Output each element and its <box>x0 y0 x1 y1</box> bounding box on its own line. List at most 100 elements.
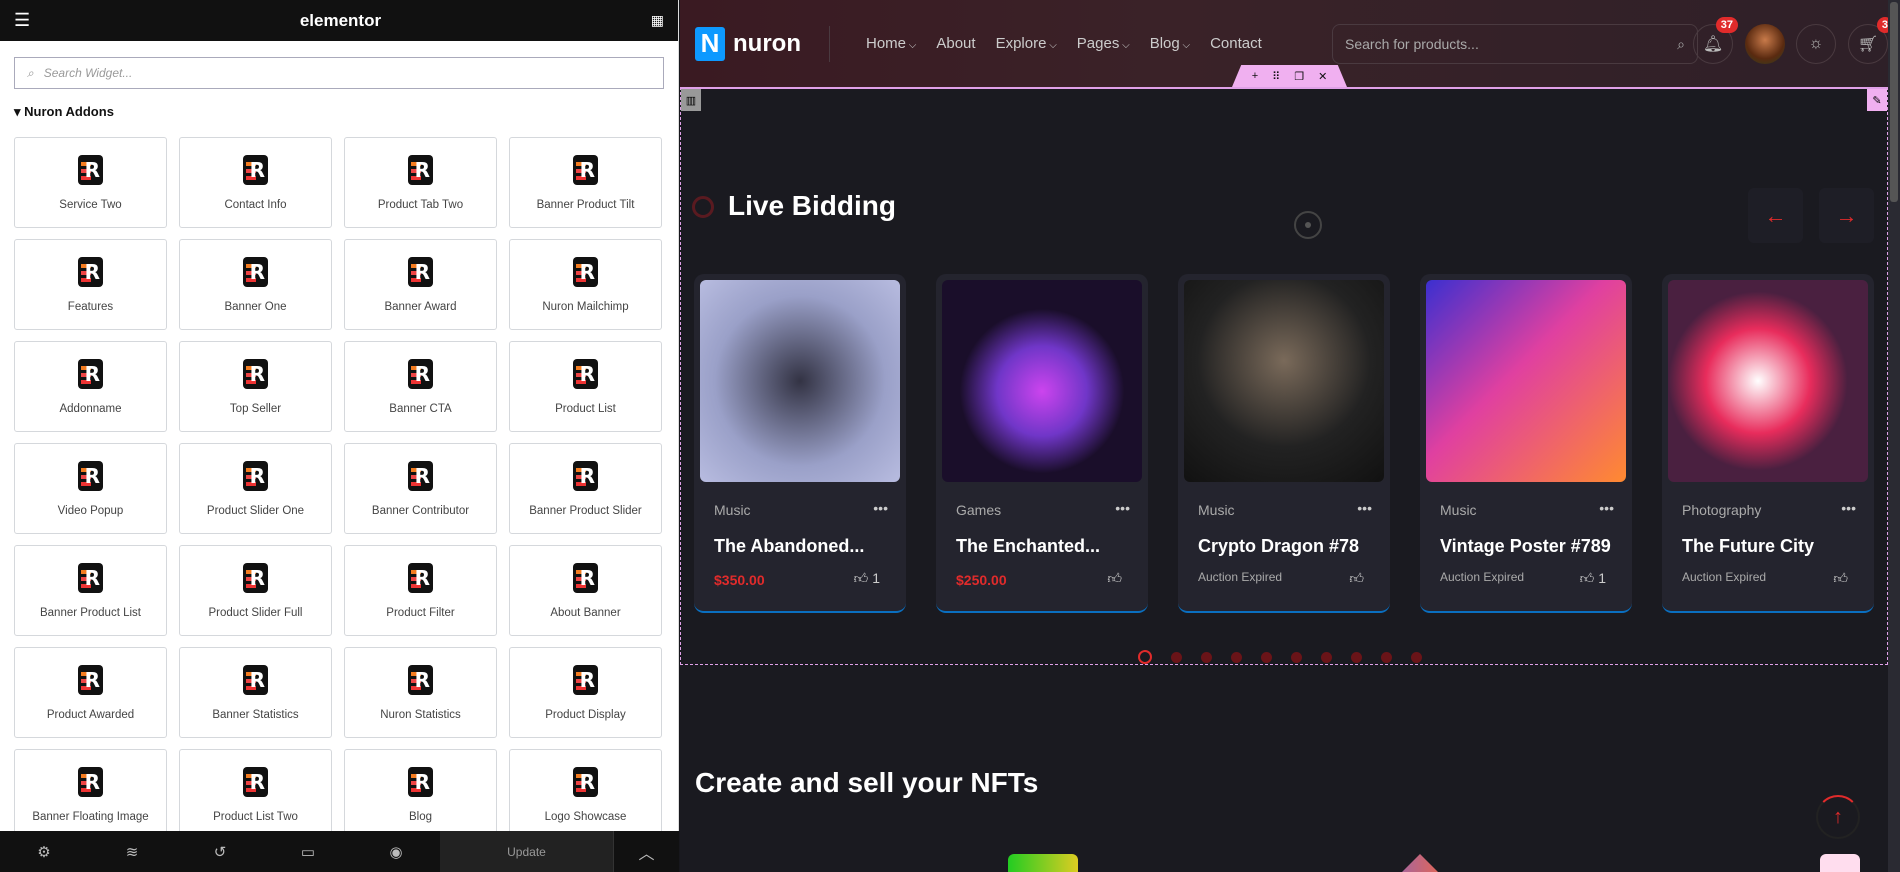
add-icon[interactable]: + <box>1252 70 1258 82</box>
like-button[interactable]: 👍︎ 1 <box>1580 570 1606 587</box>
scrollbar[interactable] <box>1888 0 1900 872</box>
nuron-widget-icon <box>408 154 433 185</box>
widget-tile[interactable]: Product Display <box>509 647 662 738</box>
widget-tile[interactable]: Banner One <box>179 239 332 330</box>
widget-tile[interactable]: Nuron Statistics <box>344 647 497 738</box>
widget-tile[interactable]: Banner Product Tilt <box>509 137 662 228</box>
pagination-dot[interactable] <box>1291 651 1302 663</box>
widget-tile[interactable]: Product Filter <box>344 545 497 636</box>
widget-tile[interactable]: Blog <box>344 749 497 840</box>
nft-image[interactable] <box>942 280 1142 482</box>
theme-toggle-button[interactable]: ☼ <box>1796 24 1836 64</box>
nav-item[interactable]: Pages ⌵ <box>1077 35 1130 52</box>
history-icon[interactable]: ↺ <box>176 843 264 861</box>
prev-arrow-button[interactable]: ← <box>1748 188 1803 243</box>
more-options-icon[interactable]: ••• <box>1599 500 1614 516</box>
logo-mark: N <box>695 26 725 61</box>
edit-pencil-icon[interactable]: ✎ <box>1867 89 1887 111</box>
widget-tile[interactable]: Features <box>14 239 167 330</box>
widget-tile[interactable]: Product Awarded <box>14 647 167 738</box>
nav-item[interactable]: Blog ⌵ <box>1150 35 1190 52</box>
more-options-icon[interactable]: ••• <box>1841 500 1856 516</box>
widget-tile[interactable]: Banner Statistics <box>179 647 332 738</box>
nft-card[interactable]: Games ••• The Enchanted... $250.00 👍︎ <box>936 274 1148 613</box>
nav-item[interactable]: Explore ⌵ <box>996 35 1057 52</box>
preview-eye-icon[interactable]: ◉ <box>352 843 440 861</box>
site-logo[interactable]: N nuron <box>695 25 830 62</box>
more-options-icon[interactable]: ••• <box>1115 500 1130 516</box>
search-icon[interactable]: ⌕ <box>1677 36 1685 53</box>
scroll-to-top-button[interactable]: ↑ <box>1816 795 1860 839</box>
nav-item[interactable]: Home ⌵ <box>866 35 916 52</box>
card-title[interactable]: The Enchanted... <box>956 536 1100 557</box>
settings-icon[interactable]: ⚙ <box>0 843 88 861</box>
pagination-dot[interactable] <box>1381 651 1392 663</box>
column-handle-icon[interactable]: ▥ <box>681 89 701 111</box>
nft-card[interactable]: Music ••• Vintage Poster #789 Auction Ex… <box>1420 274 1632 613</box>
cart-button[interactable]: 🛒︎ 3 <box>1848 17 1893 64</box>
nft-image[interactable] <box>1184 280 1384 482</box>
nft-card[interactable]: Music ••• Crypto Dragon #78 Auction Expi… <box>1178 274 1390 613</box>
pagination-dot[interactable] <box>1138 650 1152 664</box>
nav-item[interactable]: About <box>936 35 975 52</box>
more-options-icon[interactable]: ••• <box>1357 500 1372 516</box>
like-button[interactable]: 👍︎ 1 <box>854 570 880 587</box>
widget-tile[interactable]: Logo Showcase <box>509 749 662 840</box>
widget-tile[interactable]: Service Two <box>14 137 167 228</box>
widget-tile[interactable]: Product Slider One <box>179 443 332 534</box>
nft-card[interactable]: Music ••• The Abandoned... $350.00 👍︎ 1 <box>694 274 906 613</box>
widget-tile[interactable]: Banner Product List <box>14 545 167 636</box>
more-options-icon[interactable]: ••• <box>873 500 888 516</box>
widget-tile[interactable]: Banner CTA <box>344 341 497 432</box>
pagination-dot[interactable] <box>1411 651 1422 663</box>
notifications-button[interactable]: 🔔︎ 37 <box>1693 17 1738 64</box>
update-button[interactable]: Update <box>440 831 614 872</box>
layers-icon[interactable]: ≋ <box>88 843 176 861</box>
apps-grid-icon[interactable]: ▦ <box>651 12 664 29</box>
card-title[interactable]: The Future City <box>1682 536 1814 557</box>
widget-tile[interactable]: Product Tab Two <box>344 137 497 228</box>
like-button[interactable]: 👍︎ <box>1833 570 1848 587</box>
widget-tile[interactable]: Banner Award <box>344 239 497 330</box>
category-nuron-addons[interactable]: ▾ Nuron Addons <box>14 104 114 120</box>
nft-image[interactable] <box>700 280 900 482</box>
card-title[interactable]: The Abandoned... <box>714 536 864 557</box>
hamburger-menu-icon[interactable]: ☰ <box>14 10 30 31</box>
pagination-dot[interactable] <box>1321 651 1332 663</box>
responsive-icon[interactable]: ▭ <box>264 843 352 861</box>
widget-tile[interactable]: Banner Floating Image <box>14 749 167 840</box>
pagination-dot[interactable] <box>1171 651 1182 663</box>
close-icon[interactable]: ✕ <box>1318 70 1327 83</box>
pagination-dot[interactable] <box>1351 651 1362 663</box>
product-search-input[interactable]: Search for products... ⌕ <box>1332 24 1698 64</box>
like-button[interactable]: 👍︎ <box>1349 570 1364 587</box>
widget-tile[interactable]: Video Popup <box>14 443 167 534</box>
widget-tile[interactable]: Banner Contributor <box>344 443 497 534</box>
widget-tile[interactable]: Addonname <box>14 341 167 432</box>
widget-tile[interactable]: Nuron Mailchimp <box>509 239 662 330</box>
widget-label: Product List <box>555 402 616 415</box>
avatar[interactable] <box>1745 24 1785 64</box>
nft-image[interactable] <box>1426 280 1626 482</box>
search-widget-input[interactable]: ⌕ Search Widget... <box>14 57 664 89</box>
next-arrow-button[interactable]: → <box>1819 188 1874 243</box>
nft-card[interactable]: Photography ••• The Future City Auction … <box>1662 274 1874 613</box>
card-title[interactable]: Crypto Dragon #78 <box>1198 536 1359 557</box>
widget-tile[interactable]: Product List <box>509 341 662 432</box>
widget-tile[interactable]: Banner Product Slider <box>509 443 662 534</box>
widget-tile[interactable]: Top Seller <box>179 341 332 432</box>
nav-item[interactable]: Contact <box>1210 35 1262 52</box>
nft-image[interactable] <box>1668 280 1868 482</box>
widget-tile[interactable]: Product List Two <box>179 749 332 840</box>
like-button[interactable]: 👍︎ <box>1107 570 1122 587</box>
widget-tile[interactable]: About Banner <box>509 545 662 636</box>
chevron-up-icon[interactable]: ︿ <box>614 840 679 864</box>
drag-handle-icon[interactable]: ⠿ <box>1272 70 1280 83</box>
pagination-dot[interactable] <box>1231 651 1242 663</box>
widget-tile[interactable]: Product Slider Full <box>179 545 332 636</box>
duplicate-icon[interactable]: ❐ <box>1294 70 1304 83</box>
card-title[interactable]: Vintage Poster #789 <box>1440 536 1611 557</box>
widget-tile[interactable]: Contact Info <box>179 137 332 228</box>
pagination-dot[interactable] <box>1201 651 1212 663</box>
pagination-dot[interactable] <box>1261 651 1272 663</box>
